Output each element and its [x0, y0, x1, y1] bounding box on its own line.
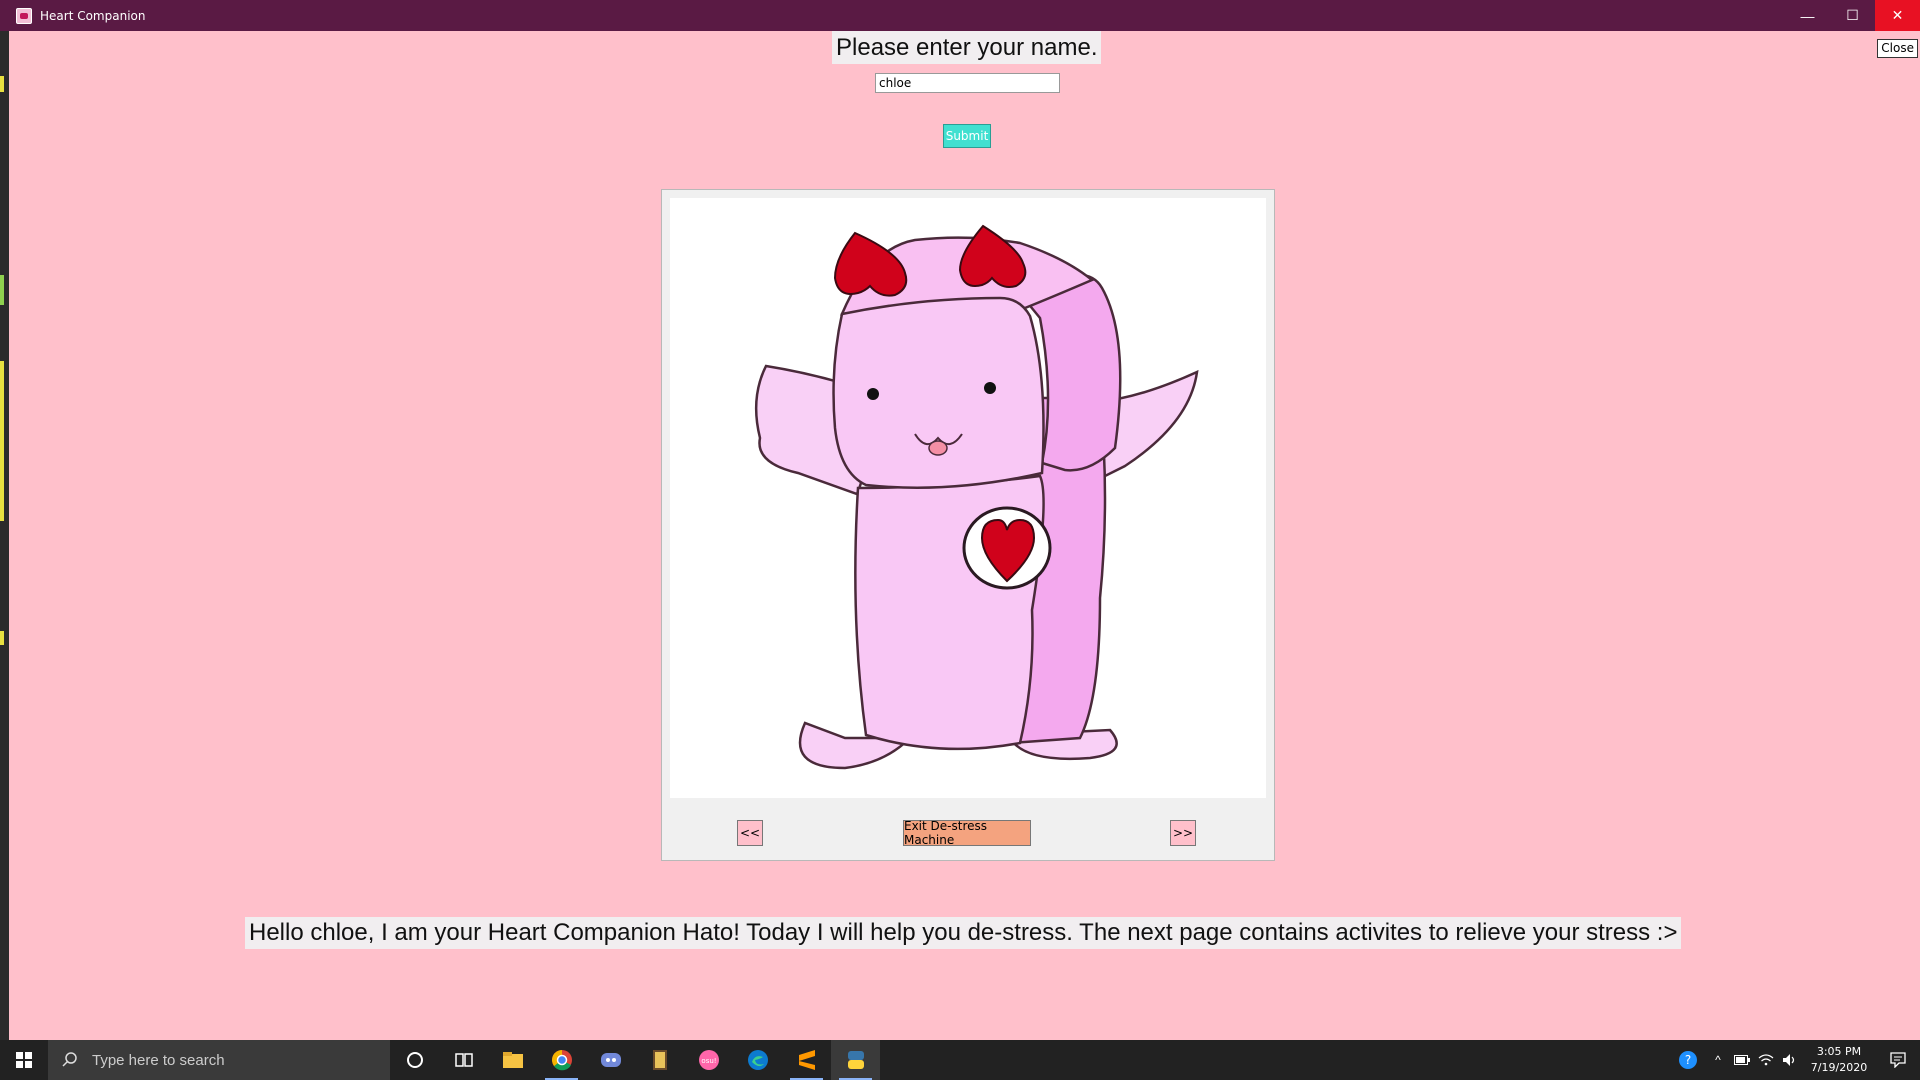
edge-marker	[0, 631, 4, 645]
close-icon[interactable]: ✕	[1875, 0, 1920, 31]
left-window-edge	[0, 31, 9, 1040]
notification-icon[interactable]	[1876, 1040, 1920, 1080]
close-button[interactable]: Close	[1877, 39, 1918, 58]
python-icon[interactable]	[831, 1040, 880, 1080]
sublime-text-icon[interactable]	[782, 1040, 831, 1080]
head-front	[832, 296, 1045, 489]
file-explorer-icon[interactable]	[488, 1040, 537, 1080]
svg-text:osu!: osu!	[701, 1057, 716, 1065]
greeting-message: Hello chloe, I am your Heart Companion H…	[245, 917, 1682, 949]
svg-text:?: ?	[1685, 1053, 1691, 1067]
left-eye	[867, 388, 879, 400]
companion-frame: << Exit De-stress Machine >>	[661, 189, 1275, 861]
exit-destress-button[interactable]: Exit De-stress Machine	[903, 819, 1031, 847]
help-icon[interactable]: ?	[1670, 1040, 1706, 1080]
left-ear-heart	[833, 231, 908, 297]
tongue	[928, 440, 948, 456]
next-button[interactable]: >>	[1170, 820, 1196, 846]
companion-canvas	[670, 198, 1266, 798]
chevron-up-icon[interactable]: ^	[1706, 1040, 1730, 1080]
system-tray: ? ^ 3:05 PM 7/19/2020	[1670, 1040, 1920, 1080]
name-input[interactable]	[875, 73, 1060, 93]
edge-icon[interactable]	[733, 1040, 782, 1080]
wifi-icon[interactable]	[1754, 1040, 1778, 1080]
windows-start-icon[interactable]	[0, 1040, 48, 1080]
battery-icon[interactable]	[1730, 1040, 1754, 1080]
hato-illustration	[754, 224, 1199, 770]
clock-time: 3:05 PM	[1816, 1045, 1862, 1058]
edge-marker	[0, 76, 4, 92]
discord-icon[interactable]	[586, 1040, 635, 1080]
app-icon	[16, 7, 32, 24]
volume-icon[interactable]	[1778, 1040, 1802, 1080]
taskbar: Type here to search osu! ? ^ 3:05 PM 7/1…	[0, 1040, 1920, 1080]
search-placeholder: Type here to search	[92, 1051, 225, 1069]
right-eye	[984, 382, 996, 394]
minimize-icon[interactable]: —	[1785, 0, 1830, 31]
minecraft-icon[interactable]	[635, 1040, 684, 1080]
osu-icon[interactable]: osu!	[684, 1040, 733, 1080]
right-ear-heart	[958, 224, 1027, 288]
task-view-icon[interactable]	[439, 1040, 488, 1080]
cortana-icon[interactable]	[390, 1040, 439, 1080]
search-icon	[62, 1052, 77, 1067]
clock-date: 7/19/2020	[1810, 1061, 1868, 1074]
taskbar-clock[interactable]: 3:05 PM 7/19/2020	[1802, 1044, 1876, 1076]
edge-marker	[0, 275, 4, 305]
window-title: Heart Companion	[40, 8, 146, 23]
maximize-icon[interactable]: ☐	[1830, 0, 1875, 31]
previous-button[interactable]: <<	[737, 820, 763, 846]
submit-button[interactable]: Submit	[943, 124, 991, 148]
chrome-icon[interactable]	[537, 1040, 586, 1080]
taskbar-search[interactable]: Type here to search	[48, 1040, 390, 1080]
title-bar: Heart Companion — ☐ ✕	[0, 0, 1920, 31]
name-prompt: Please enter your name.	[832, 31, 1102, 64]
edge-marker	[0, 361, 4, 521]
